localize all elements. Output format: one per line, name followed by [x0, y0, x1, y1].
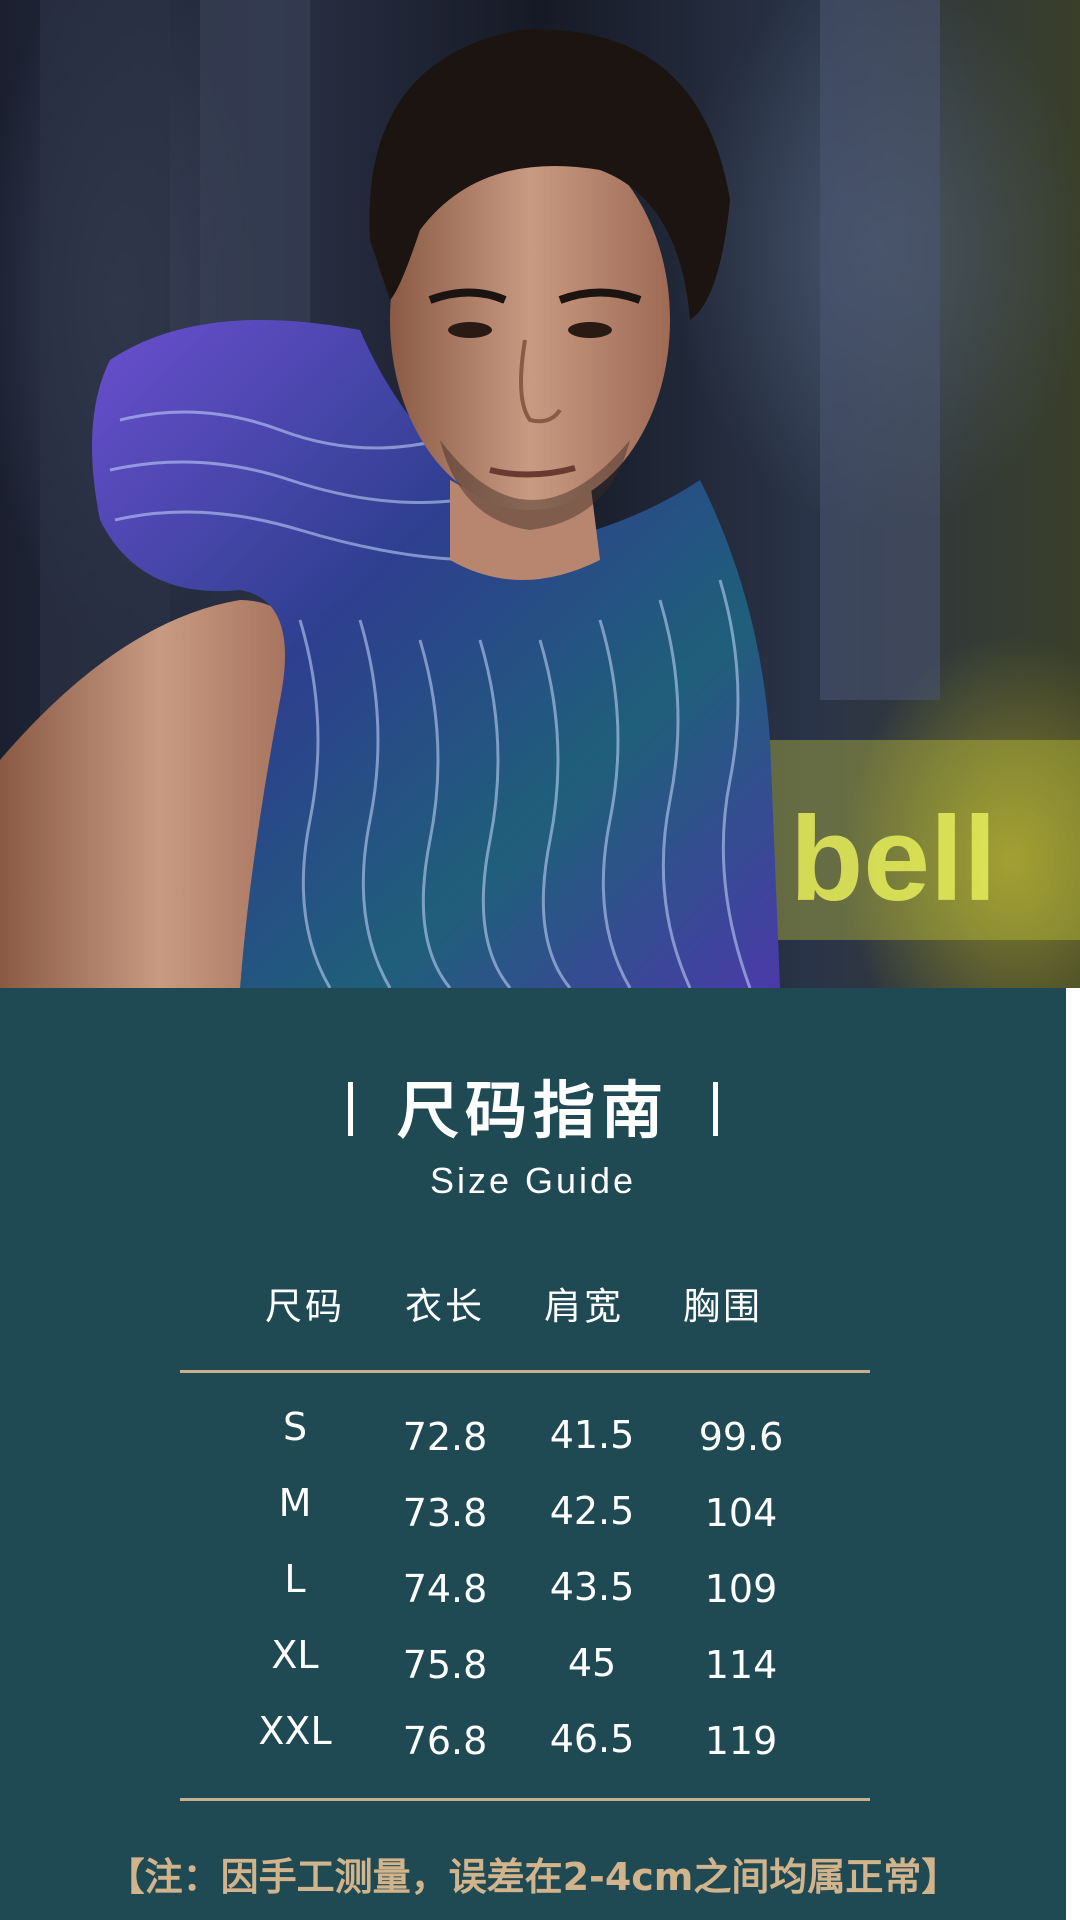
cell-length: 75.8	[402, 1643, 488, 1687]
measurement-note: 【注：因手工测量，误差在2-4cm之间均属正常】	[106, 1855, 960, 1899]
size-guide-subtitle: Size Guide	[429, 1160, 637, 1201]
cell-size: S	[282, 1405, 308, 1449]
cell-length: 74.8	[402, 1567, 488, 1611]
size-guide-title-row: 尺码指南	[0, 1060, 1066, 1150]
cell-length: 76.8	[402, 1719, 488, 1763]
cell-shoulder: 43.5	[549, 1565, 635, 1609]
header-chest: 胸围	[683, 1285, 763, 1328]
cell-size: XXL	[258, 1709, 332, 1753]
cell-shoulder: 41.5	[549, 1413, 635, 1457]
header-shoulder: 肩宽	[544, 1285, 624, 1328]
svg-text:bell: bell	[790, 792, 997, 926]
model-photo-icon: bell	[0, 0, 1080, 988]
cell-shoulder: 42.5	[549, 1489, 635, 1533]
cell-chest: 119	[704, 1719, 778, 1763]
title-left-divider	[347, 1081, 353, 1136]
header-size: 尺码	[265, 1285, 345, 1328]
table-bottom-rule	[180, 1798, 870, 1801]
model-photo: bell	[0, 0, 1080, 988]
header-length: 衣长	[405, 1285, 485, 1328]
table-top-rule	[180, 1370, 870, 1373]
title-right-divider	[713, 1081, 718, 1136]
cell-length: 73.8	[402, 1491, 488, 1535]
cell-size: L	[284, 1557, 306, 1601]
cell-chest: 109	[704, 1567, 778, 1611]
size-guide-title: 尺码指南	[396, 1074, 669, 1147]
panel-edge	[1066, 988, 1080, 1920]
cell-shoulder: 45	[567, 1641, 617, 1685]
cell-size: M	[278, 1481, 312, 1525]
cell-chest: 99.6	[698, 1415, 784, 1459]
cell-size: XL	[271, 1633, 319, 1677]
cell-chest: 104	[704, 1491, 778, 1535]
cell-length: 72.8	[402, 1415, 488, 1459]
cell-shoulder: 46.5	[549, 1717, 635, 1761]
cell-chest: 114	[704, 1643, 778, 1687]
